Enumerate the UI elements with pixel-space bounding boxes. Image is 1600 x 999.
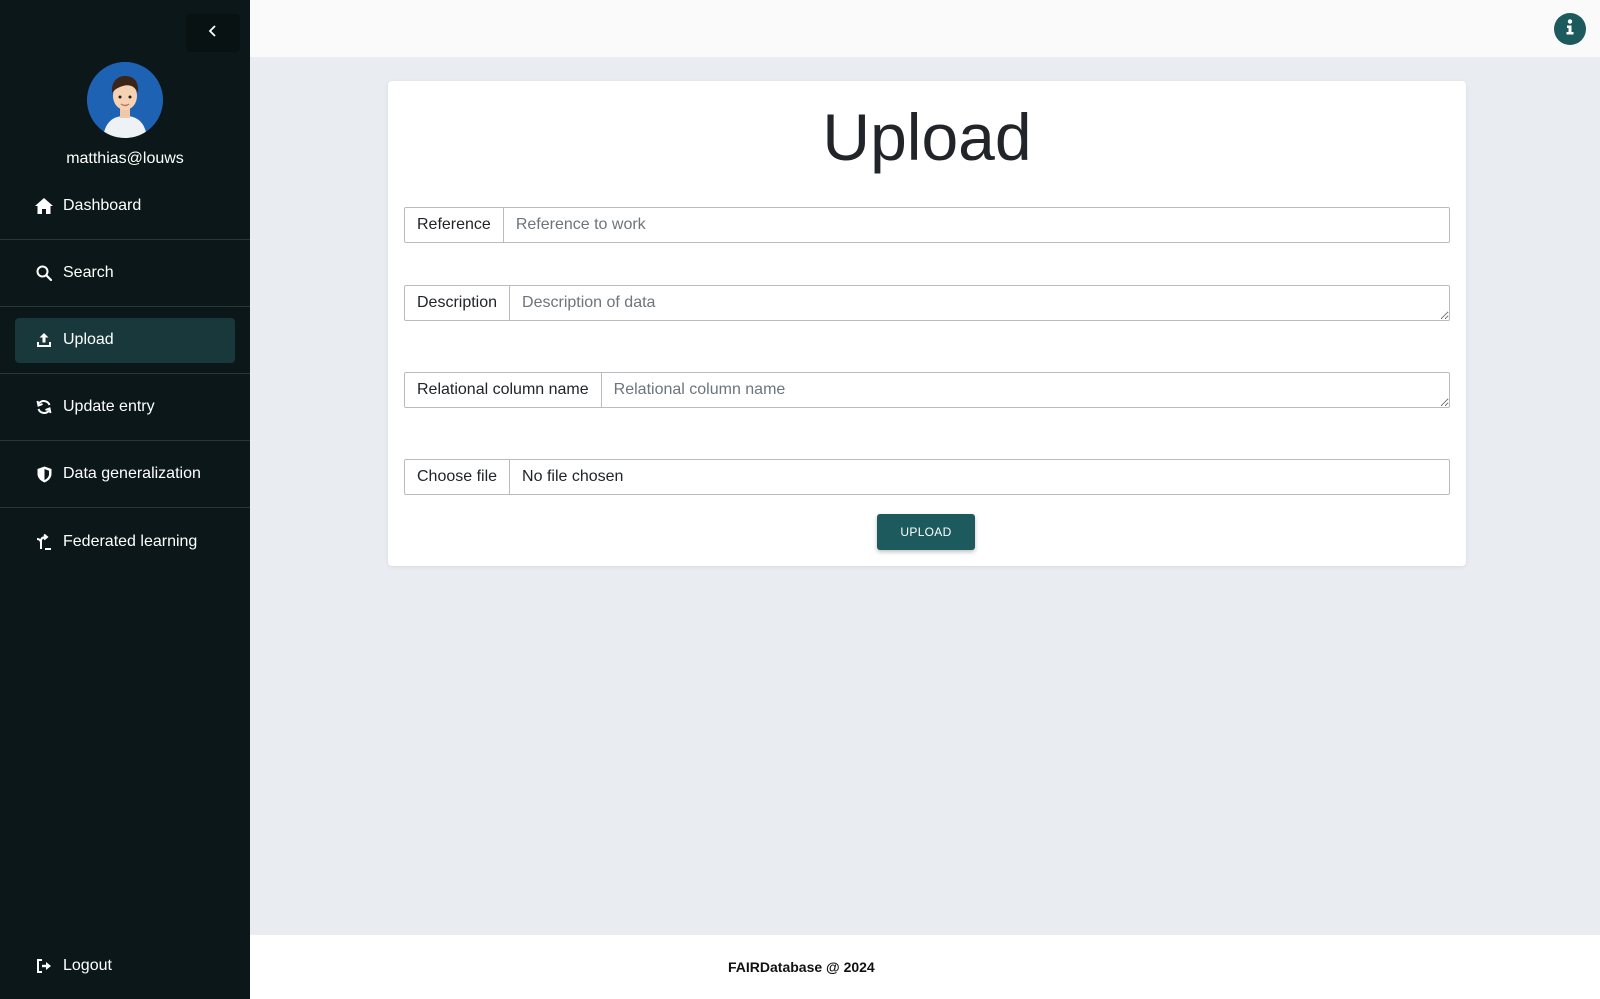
sidebar-item-federated-learning[interactable]: Federated learning [0, 508, 250, 575]
footer: FAIRDatabase @ 2024 [250, 935, 1600, 999]
upload-icon [35, 331, 53, 349]
sidebar-item-label: Search [63, 264, 114, 281]
relational-column-field-group: Relational column name [404, 372, 1450, 408]
refresh-icon [35, 398, 53, 416]
sidebar-item-dashboard[interactable]: Dashboard [0, 173, 250, 240]
sidebar-item-label: Federated learning [63, 532, 198, 550]
page-title: Upload [822, 100, 1032, 174]
info-button[interactable] [1554, 13, 1586, 45]
sidebar-nav: Dashboard Search Upload Update entry Dat… [0, 173, 250, 575]
footer-copyright: FAIRDatabase @ 2024 [728, 959, 875, 975]
chevron-left-icon [208, 24, 218, 43]
top-bar [250, 0, 1600, 57]
shield-icon [35, 465, 53, 483]
reference-label: Reference [404, 207, 504, 243]
info-icon [1566, 18, 1574, 40]
reference-input[interactable] [503, 207, 1450, 243]
relational-column-label: Relational column name [404, 372, 602, 408]
collapse-sidebar-button[interactable] [186, 14, 240, 52]
branch-icon [35, 533, 53, 551]
sidebar-item-label: Update entry [63, 398, 155, 415]
username: matthias@louws [66, 150, 184, 167]
search-icon [35, 264, 53, 282]
reference-field-group: Reference [404, 207, 1450, 243]
sidebar-item-label: Dashboard [63, 197, 142, 214]
logout-label: Logout [63, 957, 112, 974]
upload-submit-button[interactable]: UPLOAD [877, 514, 975, 550]
choose-file-button[interactable]: Choose file [404, 459, 511, 495]
description-label: Description [404, 285, 511, 321]
avatar [87, 62, 163, 138]
sidebar-item-update-entry[interactable]: Update entry [0, 374, 250, 441]
sidebar-item-upload[interactable]: Upload [0, 307, 250, 374]
file-input-group: Choose file No file chosen [404, 459, 1450, 495]
description-input[interactable] [510, 285, 1450, 321]
sidebar: matthias@louws Dashboard Search Upload U… [0, 0, 250, 999]
sidebar-item-search[interactable]: Search [0, 240, 250, 307]
sidebar-item-label: Data generalization [63, 465, 201, 482]
description-field-group: Description [404, 285, 1450, 321]
sidebar-item-label: Upload [63, 331, 114, 348]
sidebar-item-data-generalization[interactable]: Data generalization [0, 441, 250, 508]
home-icon [35, 197, 53, 215]
upload-card: Upload Reference Description Relational … [388, 81, 1466, 566]
logout-button[interactable]: Logout [0, 946, 250, 986]
logout-icon [35, 957, 53, 975]
relational-column-input[interactable] [601, 372, 1450, 408]
file-status: No file chosen [510, 459, 1450, 495]
